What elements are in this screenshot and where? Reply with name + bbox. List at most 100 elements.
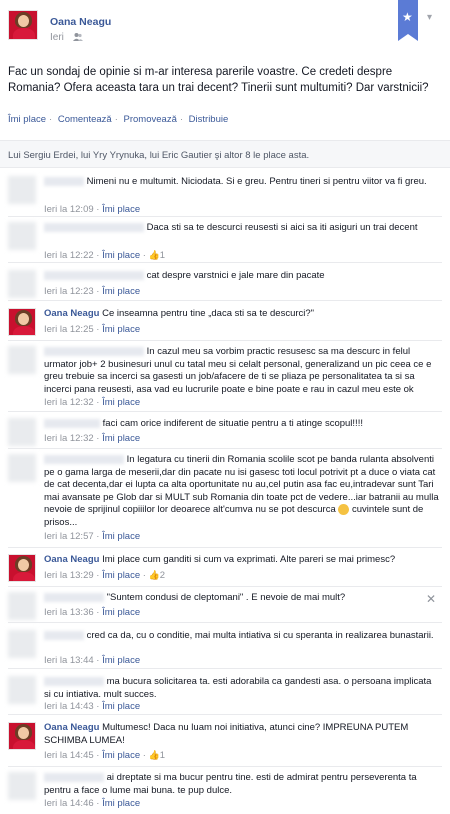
comment-meta: Ieri la 13:36 · Îmi place <box>44 607 141 618</box>
divider <box>8 766 442 767</box>
comment-time[interactable]: Ieri la 12:32 <box>44 397 94 408</box>
commenter-avatar[interactable] <box>8 270 36 298</box>
comment-meta: Ieri la 12:09 · Îmi place <box>44 204 141 215</box>
people-icon <box>73 33 83 41</box>
commenter-name[interactable] <box>44 592 104 602</box>
commenter-avatar[interactable] <box>8 454 36 482</box>
comment-text: Multumesc! Daca nu luam noi initiativa, … <box>44 722 409 746</box>
commenter-avatar[interactable] <box>8 592 36 620</box>
comment-time[interactable]: Ieri la 12:22 <box>44 250 94 261</box>
chevron-down-icon[interactable]: ▾ <box>427 12 432 23</box>
comment-like-link[interactable]: Îmi place <box>102 433 140 444</box>
commenter-avatar[interactable] <box>8 222 36 250</box>
commenter-name[interactable] <box>44 454 124 464</box>
divider <box>8 216 442 217</box>
thumbs-up-icon: 👍 <box>148 570 160 580</box>
commenter-name[interactable] <box>44 676 104 686</box>
comment-time[interactable]: Ieri la 12:32 <box>44 433 94 444</box>
divider <box>8 547 442 548</box>
commenter-avatar[interactable] <box>8 772 36 800</box>
promote-link[interactable]: Promovează <box>124 114 177 125</box>
commenter-avatar[interactable] <box>8 418 36 446</box>
thumbs-up-icon: 👍 <box>148 750 160 760</box>
share-link[interactable]: Distribuie <box>189 114 229 125</box>
commenter-avatar[interactable] <box>8 630 36 658</box>
commenter-name[interactable] <box>44 418 100 428</box>
comment-time[interactable]: Ieri la 14:45 <box>44 750 94 761</box>
commenter-name[interactable] <box>44 630 84 640</box>
commenter-avatar[interactable] <box>8 346 36 374</box>
comment-meta: Ieri la 12:57 · Îmi place <box>44 531 141 542</box>
comment-time[interactable]: Ieri la 13:29 <box>44 570 94 581</box>
comment-time[interactable]: Ieri la 12:09 <box>44 204 94 215</box>
commenter-avatar[interactable] <box>8 722 36 750</box>
divider <box>8 262 442 263</box>
comment-meta: Ieri la 12:22 · Îmi place · 👍1 <box>44 250 166 261</box>
post-text: Fac un sondaj de opinie si m-ar interesa… <box>8 66 429 94</box>
divider <box>8 714 442 715</box>
comment-time[interactable]: Ieri la 12:23 <box>44 286 94 297</box>
comment-like-link[interactable]: Îmi place <box>102 204 140 215</box>
commenter-avatar[interactable] <box>8 176 36 204</box>
likes-summary[interactable]: Lui Sergiu Erdei, lui Yry Yrynuka, lui E… <box>0 140 450 168</box>
comment-like-link[interactable]: Îmi place <box>102 798 140 809</box>
commenter-avatar[interactable] <box>8 308 36 336</box>
comment-text: Nimeni nu e multumit. Niciodata. Si e gr… <box>86 176 427 187</box>
divider <box>8 622 442 623</box>
comment-like-link[interactable]: Îmi place <box>102 570 140 581</box>
commenter-name[interactable] <box>44 346 144 356</box>
commenter-avatar[interactable] <box>8 554 36 582</box>
comment-time[interactable]: Ieri la 13:44 <box>44 655 94 666</box>
comment-time[interactable]: Ieri la 12:25 <box>44 324 94 335</box>
like-count[interactable]: 1 <box>160 750 165 761</box>
star-icon[interactable]: ★ <box>398 0 418 41</box>
comment-meta: Ieri la 12:25 · Îmi place <box>44 324 141 335</box>
comment-meta: Ieri la 12:23 · Îmi place <box>44 286 141 297</box>
close-icon[interactable]: ✕ <box>426 592 436 606</box>
comment-like-link[interactable]: Îmi place <box>102 531 140 542</box>
smiley-icon <box>338 504 350 515</box>
like-count[interactable]: 2 <box>160 570 165 581</box>
comment-like-link[interactable]: Îmi place <box>102 250 140 261</box>
comment-like-link[interactable]: Îmi place <box>102 750 140 761</box>
post-header: Oana Neagu Ieri ★ ▾ <box>0 0 450 60</box>
comment-like-link[interactable]: Îmi place <box>102 397 140 408</box>
comment-meta: Ieri la 14:45 · Îmi place · 👍1 <box>44 750 166 761</box>
commenter-name[interactable] <box>44 176 84 186</box>
comment-time[interactable]: Ieri la 12:57 <box>44 531 94 542</box>
comment-time[interactable]: Ieri la 14:46 <box>44 798 94 809</box>
comment-text: "Suntem condusi de cleptomani" . E nevoi… <box>106 592 346 603</box>
commenter-name[interactable] <box>44 772 104 782</box>
post-author[interactable]: Oana Neagu <box>50 16 111 28</box>
like-count[interactable]: 1 <box>160 250 165 261</box>
divider <box>8 340 442 341</box>
commenter-avatar[interactable] <box>8 676 36 704</box>
comment-time[interactable]: Ieri la 13:36 <box>44 607 94 618</box>
divider <box>8 411 442 412</box>
comment-time[interactable]: Ieri la 14:43 <box>44 701 94 712</box>
comment-like-link[interactable]: Îmi place <box>102 655 140 666</box>
author-avatar[interactable] <box>8 10 38 40</box>
commenter-name[interactable] <box>44 222 144 232</box>
comment-like-link[interactable]: Îmi place <box>102 286 140 297</box>
post-actions: Îmi place · Comentează · Promovează · Distr… <box>8 114 229 125</box>
commenter-name[interactable]: Oana Neagu <box>44 722 99 733</box>
commenter-name[interactable]: Oana Neagu <box>44 308 99 319</box>
comment-like-link[interactable]: Îmi place <box>102 324 140 335</box>
comment-like-link[interactable]: Îmi place <box>102 607 140 618</box>
comment-link[interactable]: Comentează <box>58 114 112 125</box>
post-timestamp[interactable]: Ieri <box>50 32 64 43</box>
comment-like-link[interactable]: Îmi place <box>102 701 140 712</box>
comment-meta: Ieri la 14:46 · Îmi place <box>44 798 141 809</box>
commenter-name[interactable] <box>44 270 144 280</box>
divider <box>8 448 442 449</box>
divider <box>8 586 442 587</box>
comment-meta: Ieri la 12:32 · Îmi place <box>44 397 141 408</box>
like-link[interactable]: Îmi place <box>8 114 46 125</box>
comment-meta: Ieri la 14:43 · Îmi place <box>44 701 141 712</box>
comment-meta: Ieri la 13:29 · Îmi place · 👍2 <box>44 570 166 581</box>
comment-text: cred ca da, cu o conditie, mai multa int… <box>86 630 434 641</box>
comment-meta: Ieri la 12:32 · Îmi place <box>44 433 141 444</box>
comment-text: Imi place cum ganditi si cum va exprimat… <box>102 554 396 565</box>
commenter-name[interactable]: Oana Neagu <box>44 554 99 565</box>
